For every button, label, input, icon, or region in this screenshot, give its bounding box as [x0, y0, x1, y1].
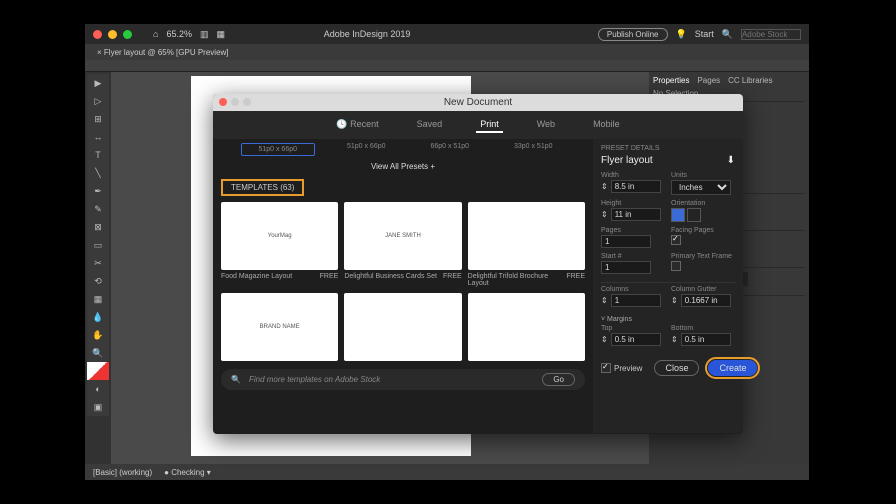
preset-2[interactable]: 51p0 x 66p0	[335, 143, 399, 156]
grid-icon[interactable]: ▦	[216, 29, 225, 40]
status-checking[interactable]: Checking	[171, 468, 204, 477]
search-icon: 🔍	[231, 375, 241, 384]
zoom-level[interactable]: 65.2%	[166, 29, 192, 39]
preset-4[interactable]: 33p0 x 51p0	[502, 143, 566, 156]
dialog-close-icon[interactable]	[219, 98, 227, 106]
search-icon[interactable]: 🔍	[722, 29, 733, 40]
window-controls[interactable]	[93, 30, 132, 39]
home-icon[interactable]: ⌂	[153, 29, 158, 39]
start-input[interactable]	[601, 261, 651, 274]
dialog-left: 51p0 x 66p0 51p0 x 66p0 66p0 x 51p0 33p0…	[213, 139, 593, 433]
menubar: ⌂ 65.2% ▥ ▦ Adobe InDesign 2019 Publish …	[85, 24, 809, 44]
stock-search-placeholder[interactable]: Find more templates on Adobe Stock	[249, 375, 380, 384]
publish-online-button[interactable]: Publish Online	[598, 28, 668, 41]
document-tab[interactable]: × Flyer layout @ 65% [GPU Preview]	[89, 48, 237, 57]
tab-mobile[interactable]: Mobile	[589, 117, 624, 133]
orientation-portrait[interactable]	[671, 208, 685, 222]
tab-print[interactable]: Print	[476, 117, 503, 133]
line-tool[interactable]: ╲	[87, 164, 109, 182]
tab-saved[interactable]: Saved	[413, 117, 447, 133]
template-card[interactable]: JANE SMITHDelightful Business Cards SetF…	[344, 202, 461, 287]
preset-3[interactable]: 66p0 x 51p0	[418, 143, 482, 156]
preset-row: 51p0 x 66p0 51p0 x 66p0 66p0 x 51p0 33p0…	[221, 143, 585, 156]
height-input[interactable]	[611, 208, 661, 221]
pages-input[interactable]	[601, 235, 651, 248]
direct-selection-tool[interactable]: ▷	[87, 92, 109, 110]
dialog-tabs: 🕓 Recent Saved Print Web Mobile	[213, 111, 743, 139]
type-tool[interactable]: T	[87, 146, 109, 164]
help-icon[interactable]: 💡	[676, 29, 687, 40]
close-button[interactable]: Close	[654, 360, 699, 376]
preset-1[interactable]: 51p0 x 66p0	[241, 143, 315, 156]
templates-header: TEMPLATES (63)	[221, 179, 304, 196]
tab-recent[interactable]: 🕓 Recent	[332, 117, 382, 133]
pencil-tool[interactable]: ✎	[87, 200, 109, 218]
tools-panel: ▶ ▷ ⊞ ↔ T ╲ ✒ ✎ ⊠ ▭ ✂ ⟲ ▦ 💧 ✋ 🔍 ◐ ▣	[85, 72, 111, 464]
status-basic[interactable]: [Basic] (working)	[93, 468, 152, 477]
tab-cc-libraries[interactable]: CC Libraries	[728, 76, 772, 85]
margins-section[interactable]: ˅ Margins	[601, 316, 735, 323]
gap-tool[interactable]: ↔	[87, 128, 109, 146]
margin-top-input[interactable]	[611, 333, 661, 346]
template-card[interactable]: YourMagFood Magazine LayoutFREE	[221, 202, 338, 287]
tab-properties[interactable]: Properties	[653, 76, 689, 85]
ruler-horizontal	[85, 60, 809, 72]
app-title: Adobe InDesign 2019	[324, 29, 411, 39]
eyedropper-tool[interactable]: 💧	[87, 308, 109, 326]
tab-web[interactable]: Web	[533, 117, 559, 133]
width-input[interactable]	[611, 180, 661, 193]
facing-pages-checkbox[interactable]	[671, 235, 681, 245]
columns-input[interactable]	[611, 294, 661, 307]
save-preset-icon[interactable]: ⬇	[727, 155, 735, 166]
fill-stroke[interactable]	[87, 362, 109, 380]
view-icon[interactable]: ▥	[200, 29, 209, 40]
scissors-tool[interactable]: ✂	[87, 254, 109, 272]
view-mode[interactable]: ▣	[87, 398, 109, 416]
create-button[interactable]: Create	[708, 360, 757, 376]
zoom-tool[interactable]: 🔍	[87, 344, 109, 362]
selection-tool[interactable]: ▶	[87, 74, 109, 92]
dialog-title: New Document	[213, 94, 743, 111]
primary-text-frame-checkbox[interactable]	[671, 261, 681, 271]
preview-checkbox[interactable]	[601, 363, 611, 373]
color-theme-tool[interactable]: ◐	[87, 380, 109, 398]
go-button[interactable]: Go	[542, 373, 575, 386]
preset-name[interactable]: Flyer layout	[601, 155, 653, 166]
workspace-switcher[interactable]: Start	[695, 29, 714, 39]
stock-search[interactable]	[741, 29, 801, 40]
hand-tool[interactable]: ✋	[87, 326, 109, 344]
gutter-input[interactable]	[681, 294, 731, 307]
pen-tool[interactable]: ✒	[87, 182, 109, 200]
template-card[interactable]	[468, 293, 585, 361]
rectangle-tool[interactable]: ▭	[87, 236, 109, 254]
template-card[interactable]: Delightful Trifold Brochure LayoutFREE	[468, 202, 585, 287]
view-all-presets[interactable]: View All Presets +	[221, 162, 585, 171]
margin-bottom-input[interactable]	[681, 333, 731, 346]
templates-grid: YourMagFood Magazine LayoutFREE JANE SMI…	[221, 202, 585, 361]
page-tool[interactable]: ⊞	[87, 110, 109, 128]
preset-details-header: PRESET DETAILS	[601, 145, 735, 152]
template-card[interactable]: BRAND NAME	[221, 293, 338, 361]
free-transform-tool[interactable]: ⟲	[87, 272, 109, 290]
preset-details: PRESET DETAILS Flyer layout⬇ Width⇕ Unit…	[593, 139, 743, 433]
document-tabs: × Flyer layout @ 65% [GPU Preview]	[85, 44, 809, 60]
stock-search-row: 🔍 Find more templates on Adobe Stock Go	[221, 369, 585, 390]
new-document-dialog: New Document 🕓 Recent Saved Print Web Mo…	[213, 94, 743, 434]
rectangle-frame-tool[interactable]: ⊠	[87, 218, 109, 236]
units-select[interactable]: Inches	[671, 180, 731, 195]
status-bar: [Basic] (working) ● Checking ▾	[85, 464, 809, 480]
gradient-tool[interactable]: ▦	[87, 290, 109, 308]
template-card[interactable]	[344, 293, 461, 361]
orientation-landscape[interactable]	[687, 208, 701, 222]
tab-pages[interactable]: Pages	[697, 76, 720, 85]
